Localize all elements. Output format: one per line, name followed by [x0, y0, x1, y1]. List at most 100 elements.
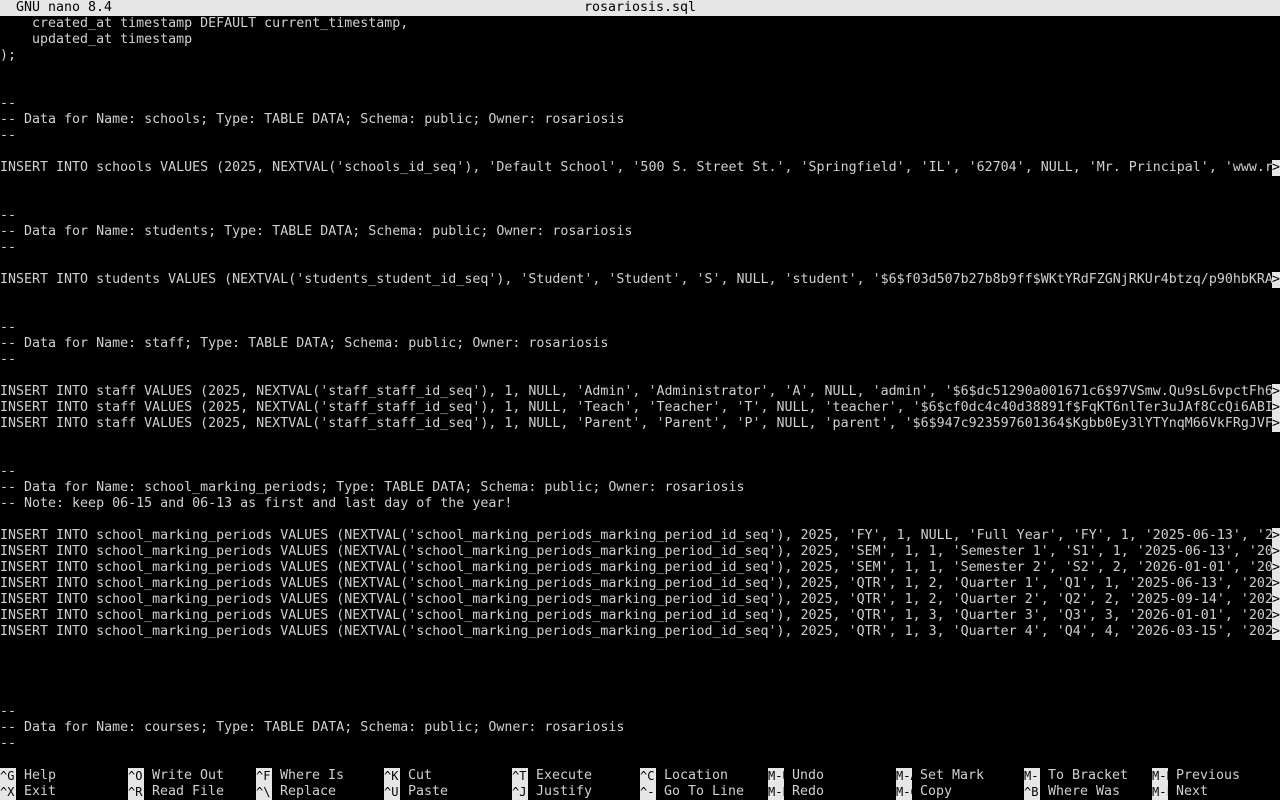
- line-text: -- Data for Name: school_marking_periods…: [0, 480, 745, 495]
- shortcut-item[interactable]: ^F Where Is: [256, 768, 384, 784]
- line-overflow-indicator: >: [1272, 624, 1280, 640]
- editor-line[interactable]: INSERT INTO students VALUES (NEXTVAL('st…: [0, 272, 1280, 288]
- shortcut-item[interactable]: M-A Set Mark: [896, 768, 1024, 784]
- shortcut-key: M-E: [768, 784, 784, 800]
- editor-line[interactable]: --: [0, 208, 1280, 224]
- editor-line[interactable]: -- Data for Name: school_marking_periods…: [0, 480, 1280, 496]
- shortcut-key: ^\: [256, 784, 272, 800]
- shortcut-item[interactable]: M-U Undo: [768, 768, 896, 784]
- shortcut-item[interactable]: M-E Redo: [768, 784, 896, 800]
- editor-line[interactable]: -- Data for Name: students; Type: TABLE …: [0, 224, 1280, 240]
- editor-line[interactable]: [0, 80, 1280, 96]
- line-overflow-indicator: >: [1272, 160, 1280, 176]
- editor-line[interactable]: INSERT INTO school_marking_periods VALUE…: [0, 608, 1280, 624]
- shortcut-item[interactable]: M-6 Copy: [896, 784, 1024, 800]
- editor-line[interactable]: INSERT INTO school_marking_periods VALUE…: [0, 544, 1280, 560]
- shortcut-item[interactable]: ^\ Replace: [256, 784, 384, 800]
- editor-line[interactable]: [0, 672, 1280, 688]
- shortcut-item[interactable]: ^G Help: [0, 768, 128, 784]
- shortcut-key: M-]: [1024, 768, 1040, 784]
- line-text: INSERT INTO school_marking_periods VALUE…: [0, 576, 1272, 591]
- editor-line[interactable]: [0, 256, 1280, 272]
- editor-line[interactable]: );: [0, 48, 1280, 64]
- editor-line[interactable]: [0, 640, 1280, 656]
- editor-line[interactable]: [0, 656, 1280, 672]
- editor-line[interactable]: [0, 432, 1280, 448]
- editor-line[interactable]: created_at timestamp DEFAULT current_tim…: [0, 16, 1280, 32]
- shortcut-item[interactable]: ^K Cut: [384, 768, 512, 784]
- editor-line[interactable]: [0, 688, 1280, 704]
- shortcut-group: ^F Where Is ^\ Replace: [256, 768, 384, 800]
- shortcut-item[interactable]: ^T Execute: [512, 768, 640, 784]
- shortcut-item[interactable]: ^- Go To Line: [640, 784, 768, 800]
- editor-line[interactable]: --: [0, 704, 1280, 720]
- file-name: rosariosis.sql: [583, 0, 697, 15]
- line-overflow-indicator: >: [1272, 416, 1280, 432]
- shortcut-label: Paste: [408, 784, 449, 799]
- shortcut-item[interactable]: M-F Next: [1152, 784, 1280, 800]
- editor-line[interactable]: INSERT INTO school_marking_periods VALUE…: [0, 624, 1280, 640]
- shortcut-key: ^B: [1024, 784, 1040, 800]
- editor-line[interactable]: --: [0, 736, 1280, 752]
- line-overflow-indicator: >: [1272, 592, 1280, 608]
- line-text: -- Data for Name: staff; Type: TABLE DAT…: [0, 336, 609, 351]
- editor-line[interactable]: -- Data for Name: staff; Type: TABLE DAT…: [0, 336, 1280, 352]
- editor-line[interactable]: --: [0, 128, 1280, 144]
- shortcut-item[interactable]: M-B Previous: [1152, 768, 1280, 784]
- editor-line[interactable]: [0, 368, 1280, 384]
- line-text: INSERT INTO school_marking_periods VALUE…: [0, 624, 1272, 639]
- editor-line[interactable]: --: [0, 352, 1280, 368]
- shortcut-key: M-F: [1152, 784, 1168, 800]
- shortcut-item[interactable]: ^R Read File: [128, 784, 256, 800]
- editor-line[interactable]: -- Data for Name: courses; Type: TABLE D…: [0, 720, 1280, 736]
- shortcut-item[interactable]: ^C Location: [640, 768, 768, 784]
- editor-line[interactable]: INSERT INTO staff VALUES (2025, NEXTVAL(…: [0, 384, 1280, 400]
- shortcut-item[interactable]: ^O Write Out: [128, 768, 256, 784]
- editor-line[interactable]: INSERT INTO schools VALUES (2025, NEXTVA…: [0, 160, 1280, 176]
- editor-line[interactable]: INSERT INTO school_marking_periods VALUE…: [0, 528, 1280, 544]
- shortcut-group: ^O Write Out ^R Read File: [128, 768, 256, 800]
- line-text: INSERT INTO students VALUES (NEXTVAL('st…: [0, 272, 1272, 287]
- shortcut-group: M-U Undo M-E Redo: [768, 768, 896, 800]
- editor-line[interactable]: INSERT INTO school_marking_periods VALUE…: [0, 576, 1280, 592]
- editor-line[interactable]: [0, 512, 1280, 528]
- shortcut-item[interactable]: ^B Where Was: [1024, 784, 1152, 800]
- shortcut-key: ^O: [128, 768, 144, 784]
- editor-line[interactable]: --: [0, 464, 1280, 480]
- editor-line[interactable]: INSERT INTO school_marking_periods VALUE…: [0, 560, 1280, 576]
- shortcut-key: ^K: [384, 768, 400, 784]
- editor-line[interactable]: INSERT INTO staff VALUES (2025, NEXTVAL(…: [0, 400, 1280, 416]
- shortcut-group: ^T Execute ^J Justify: [512, 768, 640, 800]
- editor-line[interactable]: --: [0, 320, 1280, 336]
- editor-line[interactable]: --: [0, 240, 1280, 256]
- editor-line[interactable]: [0, 288, 1280, 304]
- shortcut-key: ^J: [512, 784, 528, 800]
- editor-line[interactable]: [0, 192, 1280, 208]
- editor-buffer[interactable]: created_at timestamp DEFAULT current_tim…: [0, 16, 1280, 760]
- editor-line[interactable]: [0, 176, 1280, 192]
- shortcut-item[interactable]: M-] To Bracket: [1024, 768, 1152, 784]
- line-overflow-indicator: >: [1272, 544, 1280, 560]
- editor-line[interactable]: updated_at timestamp: [0, 32, 1280, 48]
- line-text: INSERT INTO school_marking_periods VALUE…: [0, 592, 1272, 607]
- line-text: INSERT INTO school_marking_periods VALUE…: [0, 528, 1272, 543]
- shortcut-key: M-A: [896, 768, 912, 784]
- shortcut-item[interactable]: ^X Exit: [0, 784, 128, 800]
- line-text: --: [0, 240, 17, 255]
- editor-line[interactable]: INSERT INTO staff VALUES (2025, NEXTVAL(…: [0, 416, 1280, 432]
- line-text: updated_at timestamp: [0, 32, 193, 47]
- editor-line[interactable]: --: [0, 96, 1280, 112]
- editor-line[interactable]: [0, 304, 1280, 320]
- editor-line[interactable]: -- Note: keep 06-15 and 06-13 as first a…: [0, 496, 1280, 512]
- shortcut-item[interactable]: ^J Justify: [512, 784, 640, 800]
- shortcut-key: ^C: [640, 768, 656, 784]
- shortcut-item[interactable]: ^U Paste: [384, 784, 512, 800]
- editor-line[interactable]: -- Data for Name: schools; Type: TABLE D…: [0, 112, 1280, 128]
- editor-line[interactable]: [0, 64, 1280, 80]
- editor-line[interactable]: [0, 144, 1280, 160]
- line-text: INSERT INTO schools VALUES (2025, NEXTVA…: [0, 160, 1272, 175]
- shortcut-label: Redo: [792, 784, 825, 799]
- shortcut-key: M-U: [768, 768, 784, 784]
- editor-line[interactable]: [0, 448, 1280, 464]
- editor-line[interactable]: INSERT INTO school_marking_periods VALUE…: [0, 592, 1280, 608]
